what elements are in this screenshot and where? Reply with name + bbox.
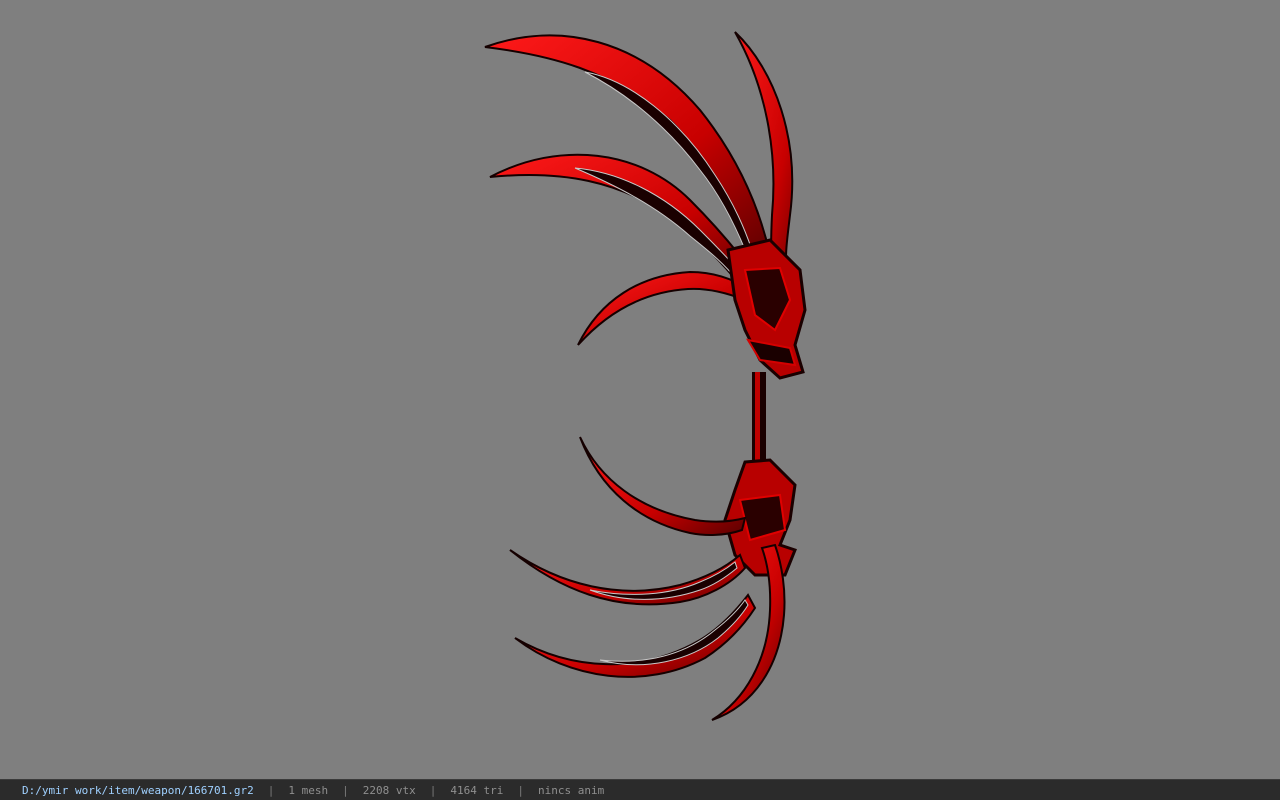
blade-upper-1 (484, 34, 772, 264)
shaft (752, 372, 766, 467)
blade-upper-4 (577, 270, 752, 346)
vertex-count-label: 2208 vtx (362, 783, 416, 797)
blade-lower-2-inner (589, 561, 738, 600)
file-path-label: D:/ymir work/item/weapon/166701.gr2 (22, 783, 254, 797)
anim-status-label: nincs anim (538, 783, 605, 797)
separator: | (429, 783, 437, 797)
separator: | (342, 783, 349, 797)
3d-viewport[interactable] (0, 0, 1280, 779)
upper-hub (726, 238, 807, 380)
separator: | (267, 783, 275, 797)
mesh-count-label: 1 mesh (288, 783, 329, 797)
triangle-count-label: 4164 tri (450, 783, 504, 797)
status-bar: D:/ymir work/item/weapon/166701.gr2 | 1 … (0, 779, 1280, 800)
weapon-model[interactable] (0, 0, 1280, 779)
separator: | (517, 783, 525, 797)
blade-lower-1 (579, 436, 747, 536)
